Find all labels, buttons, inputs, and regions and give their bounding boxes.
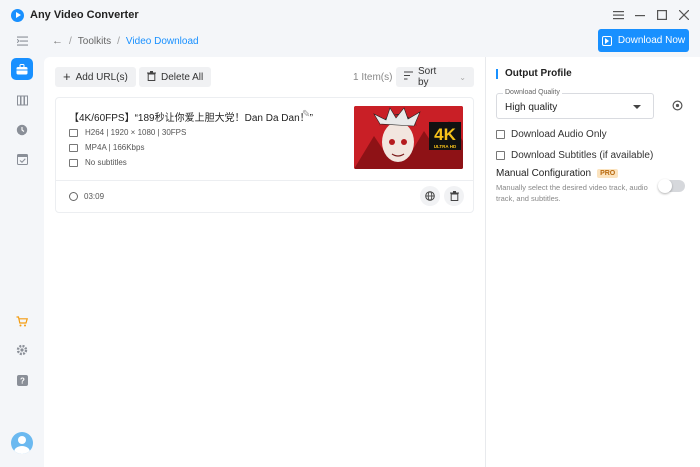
download-quality-value: High quality (505, 102, 558, 113)
app-logo-icon (11, 8, 24, 22)
sort-by-label: Sort by (418, 66, 437, 88)
edit-icon[interactable]: ✎ (302, 109, 310, 120)
user-avatar[interactable] (11, 432, 33, 454)
history-icon[interactable] (11, 119, 33, 141)
video-info-text: H264 | 1920 × 1080 | 30FPS (85, 128, 187, 137)
manual-config-toggle[interactable] (658, 179, 685, 193)
audio-track-info: MP4A | 166Kbps (69, 143, 144, 152)
audio-info-text: MP4A | 166Kbps (85, 143, 145, 152)
play-icon (601, 35, 612, 46)
output-profile-panel: Output Profile Download Quality High qua… (485, 57, 700, 467)
manual-config-description: Manually select the desired video track,… (496, 183, 648, 203)
subtitle-info-text: No subtitles (85, 158, 127, 167)
audio-icon (69, 143, 78, 152)
maximize-icon[interactable] (654, 7, 670, 23)
delete-item-icon[interactable] (444, 186, 464, 206)
close-icon[interactable] (676, 7, 692, 23)
output-profile-title: Output Profile (496, 69, 572, 79)
globe-icon[interactable] (420, 186, 440, 206)
sort-icon (404, 71, 413, 83)
subtitle-info: No subtitles (69, 158, 127, 167)
main-panel: + Add URL(s) Delete All 1 Item(s) Sort b… (44, 57, 485, 467)
chevron-down-icon: ⌄ (459, 72, 466, 82)
video-thumbnail[interactable]: 4K ULTRA HD (354, 106, 463, 169)
breadcrumb-toolkits[interactable]: Toolkits (78, 36, 111, 47)
settings-icon[interactable] (11, 339, 33, 361)
back-arrow-icon[interactable]: ← (52, 35, 63, 47)
breadcrumb-separator: / (69, 35, 72, 47)
subtitles-label: Download Subtitles (if available) (511, 150, 654, 161)
sort-by-dropdown[interactable]: Sort by ⌄ (396, 66, 474, 88)
cart-icon[interactable] (11, 310, 33, 332)
collapse-menu-icon[interactable] (11, 30, 33, 52)
duration-text: 03:09 (84, 192, 105, 201)
thumbnail-badge-bottom: ULTRA HD (434, 144, 457, 149)
download-now-label: Download Now (617, 35, 686, 46)
trash-icon (147, 70, 156, 84)
subtitles-checkbox[interactable] (496, 151, 505, 160)
download-quality-label: Download Quality (503, 89, 562, 96)
audio-only-label: Download Audio Only (511, 129, 607, 140)
delete-all-label: Delete All (161, 71, 204, 83)
manual-config-label: Manual Configuration (496, 168, 592, 179)
window-controls (610, 7, 692, 23)
minimize-icon[interactable] (632, 7, 648, 23)
subtitle-icon (69, 158, 78, 167)
thumbnail-badge-top: 4K (434, 125, 456, 144)
add-url-label: Add URL(s) (75, 71, 128, 83)
download-quality-select[interactable]: Download Quality High quality (496, 89, 654, 119)
video-item-card: 【4K/60FPS】“189秒让你爱上胆大党！Dan Da Dan！” ✎ H2… (55, 97, 474, 213)
help-icon[interactable]: ? (11, 369, 33, 391)
title-bar: Any Video Converter (0, 0, 700, 30)
add-url-button[interactable]: + Add URL(s) (55, 67, 136, 87)
quality-settings-icon[interactable] (672, 100, 683, 114)
menu-icon[interactable] (610, 7, 626, 23)
audio-only-checkbox[interactable] (496, 130, 505, 139)
download-now-button[interactable]: Download Now (598, 29, 689, 52)
download-audio-only-option[interactable]: Download Audio Only (496, 129, 607, 140)
plus-icon: + (63, 69, 71, 84)
tasks-icon[interactable] (11, 148, 33, 170)
download-subtitles-option[interactable]: Download Subtitles (if available) (496, 150, 653, 161)
breadcrumb-separator: / (117, 35, 120, 47)
video-title: 【4K/60FPS】“189秒让你爱上胆大党！Dan Da Dan！” (69, 113, 313, 124)
video-duration: 03:09 (69, 192, 104, 201)
app-title: Any Video Converter (30, 9, 139, 21)
caret-down-icon (633, 105, 641, 109)
thumbnail-art: 4K ULTRA HD (354, 106, 463, 169)
library-icon[interactable] (11, 89, 33, 111)
sidebar: ? (0, 30, 44, 467)
manual-configuration: Manual Configuration PRO (496, 168, 619, 179)
breadcrumb-current: Video Download (125, 35, 199, 47)
pro-badge: PRO (597, 169, 619, 178)
svg-text:?: ? (20, 376, 25, 385)
video-track-info: H264 | 1920 × 1080 | 30FPS (69, 128, 186, 137)
video-icon (69, 128, 78, 137)
toolkit-icon[interactable] (11, 58, 33, 80)
delete-all-button[interactable]: Delete All (139, 67, 212, 87)
card-divider (56, 180, 473, 181)
clock-icon (69, 192, 78, 201)
breadcrumb: ← / Toolkits / Video Download (52, 34, 199, 48)
items-count: 1 Item(s) (353, 72, 393, 83)
